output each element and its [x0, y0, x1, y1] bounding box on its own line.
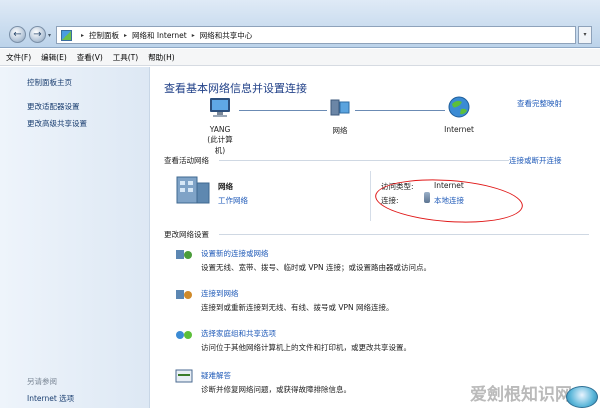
network-type-link[interactable]: 工作网络: [218, 195, 248, 206]
homegroup-icon: [176, 331, 192, 339]
chevron-down-icon: ▾: [48, 32, 52, 39]
watermark: 爱劍根知识网: [470, 385, 572, 405]
change-settings-heading: 更改网络设置: [164, 230, 209, 239]
connection-line: [355, 110, 445, 111]
new-connection-icon: [176, 250, 192, 259]
see-also-heading: 另请参阅: [27, 377, 57, 386]
menu-edit[interactable]: 编辑(E): [41, 52, 67, 63]
watermark-logo-icon: [566, 386, 598, 408]
menu-bar: 文件(F) 编辑(E) 查看(V) 工具(T) 帮助(H): [0, 49, 600, 66]
troubleshoot-icon: [175, 369, 193, 383]
highlight-annotation: [373, 174, 525, 228]
menu-file[interactable]: 文件(F): [6, 52, 31, 63]
breadcrumb-network-internet[interactable]: 网络和 Internet: [132, 30, 187, 41]
connection-line: [239, 110, 327, 111]
sidebar-item-control-panel-home[interactable]: 控制面板主页: [27, 77, 72, 88]
computer-icon[interactable]: [208, 97, 232, 119]
back-button[interactable]: ←: [9, 26, 26, 43]
task-connect-network-desc: 连接到或重新连接到无线、有线、拨号或 VPN 网络连接。: [201, 303, 394, 312]
task-homegroup-desc: 访问位于其他网络计算机上的文件和打印机，或更改共享设置。: [201, 343, 411, 352]
sidebar-item-advanced-sharing[interactable]: 更改高级共享设置: [27, 118, 87, 129]
computer-name: YANG: [209, 125, 231, 134]
connect-disconnect-link[interactable]: 连接或断开连接: [509, 155, 562, 166]
active-networks-heading: 查看活动网络: [164, 156, 209, 165]
section-divider: [219, 160, 509, 161]
menu-help[interactable]: 帮助(H): [148, 52, 175, 63]
connect-network-icon: [176, 290, 192, 299]
main-content: 查看基本网络信息并设置连接 查看完整映射 YANG (此计算机) 网络 Inte…: [151, 67, 600, 408]
breadcrumb-separator: ▸: [191, 31, 195, 39]
window-titlebar: ← → ▾ ▸ 控制面板 ▸ 网络和 Internet ▸ 网络和共享中心 ▾: [0, 0, 600, 48]
task-homegroup-link[interactable]: 选择家庭组和共享选项: [201, 328, 276, 339]
sidebar: 控制面板主页 更改适配器设置 更改高级共享设置 另请参阅 Internet 选项: [0, 67, 150, 408]
history-dropdown[interactable]: ▾: [48, 32, 51, 39]
network-icon[interactable]: [329, 98, 351, 118]
menu-view[interactable]: 查看(V): [77, 52, 103, 63]
sidebar-item-internet-options[interactable]: Internet 选项: [27, 393, 74, 404]
breadcrumb-separator: ▸: [124, 31, 128, 39]
task-troubleshoot-desc: 诊断并修复网络问题，或获得故障排除信息。: [201, 385, 351, 394]
internet-node-label: Internet: [444, 125, 474, 134]
vertical-divider: [370, 171, 371, 221]
internet-globe-icon[interactable]: [448, 96, 470, 118]
breadcrumb-network-sharing-center[interactable]: 网络和共享中心: [200, 30, 253, 41]
active-network-name: 网络: [218, 182, 233, 191]
view-full-map-link[interactable]: 查看完整映射: [517, 98, 562, 109]
breadcrumb-separator: ▸: [81, 31, 85, 39]
chevron-down-icon: ▾: [583, 31, 587, 38]
address-bar[interactable]: ▸ 控制面板 ▸ 网络和 Internet ▸ 网络和共享中心: [56, 26, 576, 44]
section-divider: [219, 234, 589, 235]
task-setup-connection-link[interactable]: 设置新的连接或网络: [201, 248, 269, 259]
menu-tools[interactable]: 工具(T): [113, 52, 138, 63]
computer-sublabel: (此计算机): [207, 135, 233, 155]
computer-node-label: YANG (此计算机): [203, 125, 237, 156]
task-setup-connection-desc: 设置无线、宽带、拨号、临时或 VPN 连接；或设置路由器或访问点。: [201, 263, 432, 272]
building-network-icon: [176, 176, 210, 204]
breadcrumb-control-panel[interactable]: 控制面板: [89, 30, 119, 41]
back-arrow-icon: ←: [13, 29, 22, 40]
task-connect-network-link[interactable]: 连接到网络: [201, 288, 239, 299]
network-node-label: 网络: [332, 126, 348, 135]
address-dropdown-button[interactable]: ▾: [578, 26, 592, 44]
forward-arrow-icon: →: [33, 29, 42, 40]
sidebar-item-adapter-settings[interactable]: 更改适配器设置: [27, 101, 80, 112]
task-troubleshoot-link[interactable]: 疑难解答: [201, 370, 231, 381]
page-title: 查看基本网络信息并设置连接: [164, 82, 307, 95]
control-panel-icon: [61, 29, 72, 41]
forward-button[interactable]: →: [29, 26, 46, 43]
